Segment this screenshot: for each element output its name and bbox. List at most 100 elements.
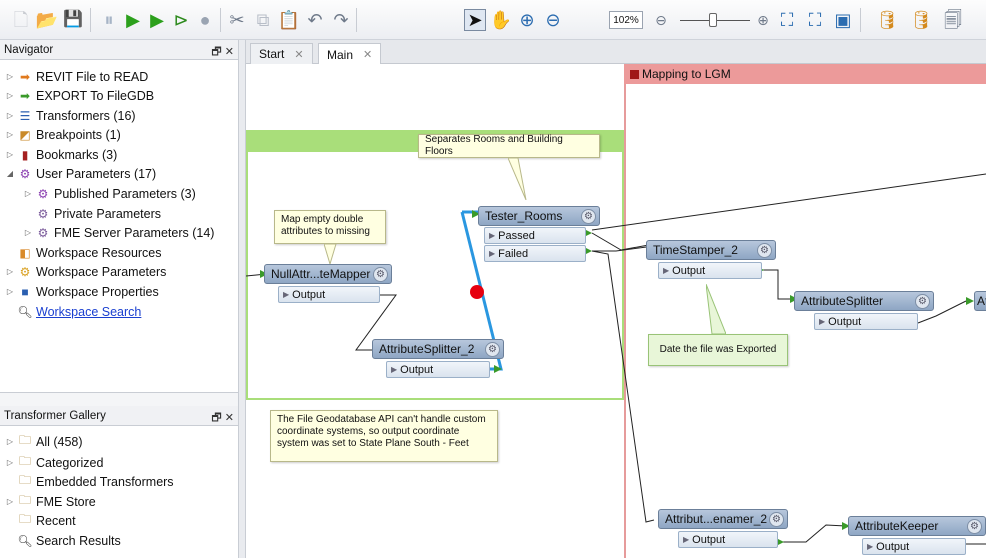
cut-icon[interactable]: ✂ xyxy=(226,9,248,31)
open-icon[interactable]: 📂 xyxy=(36,9,58,31)
zoom-slider-thumb[interactable] xyxy=(709,13,717,27)
gear-icon[interactable]: ⚙ xyxy=(485,342,500,357)
gallery-item-embedded[interactable]: 🗀 Embedded Transformers xyxy=(4,472,174,491)
port-output[interactable]: ▶ Output xyxy=(386,361,490,378)
node-header[interactable]: At xyxy=(974,291,986,311)
zoom-in-icon[interactable]: ⊕ xyxy=(516,9,538,31)
workspace-parameters-icon: ⚙ xyxy=(19,264,31,279)
zoom-out-icon[interactable]: ⊖ xyxy=(542,9,564,31)
add-writer-icon[interactable]: 🛢 xyxy=(910,9,933,31)
port-output[interactable]: ▶ Output xyxy=(862,538,966,555)
gallery-item-recent[interactable]: 🗀 Recent xyxy=(4,511,76,530)
add-reader-icon[interactable]: 🛢 xyxy=(876,9,899,31)
node-header[interactable]: Attribut...enamer_2 ⚙ xyxy=(658,509,788,529)
gear-icon[interactable]: ⚙ xyxy=(915,294,930,309)
zoom-level[interactable]: 102% xyxy=(609,11,643,29)
stop-icon[interactable]: ● xyxy=(194,9,216,31)
nav-item-private-parameters[interactable]: ⚙ Private Parameters xyxy=(22,204,161,223)
folder-icon: 🗀 xyxy=(18,433,31,447)
vertical-splitter[interactable] xyxy=(238,40,246,558)
gear-icon[interactable]: ⚙ xyxy=(769,512,784,527)
node-header[interactable]: Tester_Rooms ⚙ xyxy=(478,206,600,226)
port-output[interactable]: ▶ Output xyxy=(658,262,762,279)
reader-icon: ➡ xyxy=(19,69,31,84)
wire-passed-offscreen xyxy=(591,173,986,231)
zoom-extents-icon[interactable]: ⛶ xyxy=(804,9,826,31)
run-icon[interactable]: ▶ xyxy=(122,9,144,31)
tab-start[interactable]: Start ✕ xyxy=(250,43,313,64)
breakpoint-icon: ◩ xyxy=(19,127,31,142)
annotation-filegdb[interactable]: The File Geodatabase API can't handle cu… xyxy=(270,410,498,462)
zoom-fit-icon[interactable]: ▣ xyxy=(832,9,854,31)
nav-item-transformers[interactable]: ▷ ☰ Transformers (16) xyxy=(4,106,136,125)
folder-icon: 🗀 xyxy=(18,512,31,526)
triangle-icon: ▶ xyxy=(489,249,496,258)
triangle-icon: ▶ xyxy=(489,231,496,240)
gear-icon[interactable]: ⚙ xyxy=(581,209,596,224)
node-header[interactable]: TimeStamper_2 ⚙ xyxy=(646,240,776,260)
gallery-item-all[interactable]: ▷ 🗀 All (458) xyxy=(4,432,83,451)
transformer-icon: ☰ xyxy=(19,108,31,123)
nav-item-bookmarks[interactable]: ▷ ▮ Bookmarks (3) xyxy=(4,145,117,164)
nav-item-workspace-properties[interactable]: ▷ ■ Workspace Properties xyxy=(4,282,159,301)
nav-item-breakpoints[interactable]: ▷ ◩ Breakpoints (1) xyxy=(4,125,121,144)
pause-icon[interactable]: ⏸ xyxy=(98,9,120,31)
copy-icon[interactable]: ⧉ xyxy=(252,9,274,31)
step-icon[interactable]: ⊳ xyxy=(170,9,192,31)
port-output[interactable]: ▶ Output xyxy=(678,531,778,548)
annotation-pointer xyxy=(324,244,337,264)
node-header[interactable]: AttributeKeeper ⚙ xyxy=(848,516,986,536)
zoom-plus-icon[interactable]: ⊕ xyxy=(752,9,774,31)
port-passed[interactable]: ▶ Passed xyxy=(484,227,586,244)
annotation-date[interactable]: Date the file was Exported xyxy=(648,334,788,366)
paste-icon[interactable]: 📋 xyxy=(278,9,300,31)
annotation-map-empty[interactable]: Map empty double attributes to missing xyxy=(274,210,386,244)
parameters-icon: ⚙ xyxy=(37,186,49,201)
nav-item-published-parameters[interactable]: ▷ ⚙ Published Parameters (3) xyxy=(22,184,196,203)
wire-timestamper-splitter xyxy=(762,269,792,300)
gear-icon[interactable]: ⚙ xyxy=(967,519,982,534)
port-output[interactable]: ▶ Output xyxy=(278,286,380,303)
navigator-header: Navigator 🗗 ✕ xyxy=(0,40,238,60)
new-icon[interactable]: 🗋 xyxy=(10,9,32,31)
node-header[interactable]: AttributeSplitter ⚙ xyxy=(794,291,934,311)
node-header[interactable]: NullAttr...teMapper ⚙ xyxy=(264,264,392,284)
tab-main[interactable]: Main ✕ xyxy=(318,43,382,65)
select-icon[interactable]: ➤ xyxy=(464,9,486,31)
gallery-item-fme-store[interactable]: ▷ 🗀 FME Store xyxy=(4,492,96,511)
run-to-icon[interactable]: ▶ xyxy=(146,9,168,31)
annotation-pointer xyxy=(508,158,527,200)
annotation-separates[interactable]: Separates Rooms and Building Floors xyxy=(418,134,600,158)
nav-item-workspace-parameters[interactable]: ▷ ⚙ Workspace Parameters xyxy=(4,262,166,281)
nav-item-workspace-resources[interactable]: ◧ Workspace Resources xyxy=(4,243,161,262)
port-output[interactable]: ▶ Output xyxy=(814,313,918,330)
connection-layer xyxy=(246,173,986,548)
nav-item-export[interactable]: ▷ ➡ EXPORT To FileGDB xyxy=(4,86,154,105)
gallery-item-search-results[interactable]: 🔍︎ Search Results xyxy=(4,531,120,550)
resources-icon: ◧ xyxy=(19,245,31,260)
port-failed[interactable]: ▶ Failed xyxy=(484,245,586,262)
navigator-title: Navigator xyxy=(4,43,54,56)
redo-icon[interactable]: ↷ xyxy=(330,9,352,31)
undo-icon[interactable]: ↶ xyxy=(304,9,326,31)
node-header[interactable]: AttributeSplitter_2 ⚙ xyxy=(372,339,504,359)
workspace-canvas[interactable]: Mapping to LGM Separates Rooms and Build… xyxy=(246,64,986,558)
nav-item-workspace-search[interactable]: 🔍︎ Workspace Search xyxy=(4,302,141,321)
navigator-tree: ▷ ➡ REVIT File to READ ▷ ➡ EXPORT To FileG… xyxy=(0,60,238,392)
nav-item-revit[interactable]: ▷ ➡ REVIT File to READ xyxy=(4,67,148,86)
zoom-minus-icon[interactable]: ⊖ xyxy=(650,9,672,31)
gallery-item-categorized[interactable]: ▷ 🗀 Categorized xyxy=(4,453,103,472)
main-toolbar: 🗋 📂 💾 ⏸ ▶ ▶ ⊳ ● ✂ ⧉ 📋 ↶ ↷ ➤ ✋ ⊕ ⊖ 102% ⊖… xyxy=(0,0,986,40)
gear-icon[interactable]: ⚙ xyxy=(373,267,388,282)
pan-icon[interactable]: ✋ xyxy=(490,9,512,31)
add-transformer-icon[interactable]: 🗐 xyxy=(942,9,964,31)
zoom-selection-icon[interactable]: ⛶ xyxy=(776,9,798,31)
nav-item-user-parameters[interactable]: ◢ ⚙ User Parameters (17) xyxy=(4,164,156,183)
gear-icon[interactable]: ⚙ xyxy=(757,243,772,258)
nav-item-fme-server-parameters[interactable]: ▷ ⚙ FME Server Parameters (14) xyxy=(22,223,215,242)
pane-splitter[interactable] xyxy=(0,392,238,406)
folder-icon: 🗀 xyxy=(18,493,31,507)
close-icon[interactable]: ✕ xyxy=(294,48,303,61)
save-icon[interactable]: 💾 xyxy=(62,9,84,31)
close-icon[interactable]: ✕ xyxy=(363,48,372,61)
